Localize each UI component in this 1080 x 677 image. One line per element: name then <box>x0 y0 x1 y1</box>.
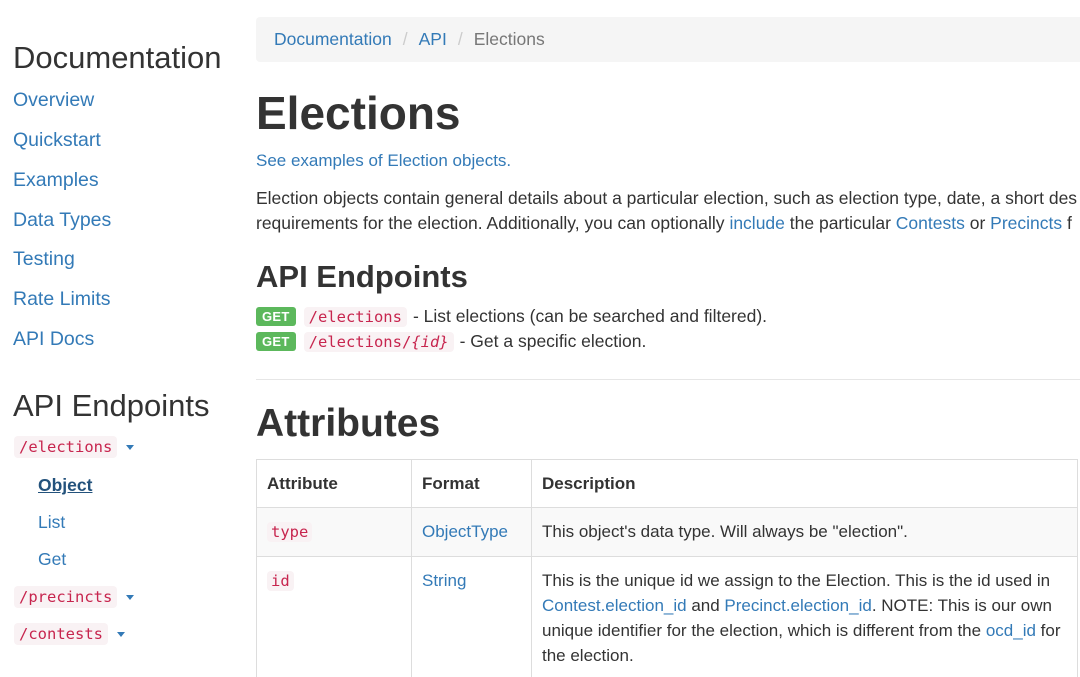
attributes-table: Attribute Format Description type Object… <box>256 459 1078 677</box>
section-divider <box>256 379 1080 380</box>
description-text: f <box>1062 213 1072 233</box>
endpoint-row: GET /elections - List elections (can be … <box>256 306 767 327</box>
table-row: id String This is the unique id we assig… <box>256 556 1078 677</box>
include-link[interactable]: include <box>729 213 784 233</box>
format-link[interactable]: ObjectType <box>422 522 508 541</box>
endpoint-description: - Get a specific election. <box>459 331 647 351</box>
sidebar-sub-get[interactable]: Get <box>38 549 66 570</box>
column-header-format: Format <box>411 459 532 508</box>
column-header-description: Description <box>531 459 1078 508</box>
breadcrumb-api[interactable]: API <box>419 29 447 50</box>
description-text: or <box>964 213 991 233</box>
breadcrumb-separator: / <box>457 29 463 49</box>
column-header-attribute: Attribute <box>256 459 412 508</box>
description-text: requirements for the election. Additiona… <box>256 213 730 233</box>
api-endpoints-heading: API Endpoints <box>256 259 468 294</box>
description-line: requirements for the election. Additiona… <box>256 211 1080 236</box>
breadcrumb-separator: / <box>402 29 408 49</box>
page-description: Election objects contain general details… <box>256 186 1080 236</box>
sidebar-link-rate-limits[interactable]: Rate Limits <box>13 288 111 311</box>
caret-down-icon[interactable] <box>126 444 135 450</box>
caret-down-icon[interactable] <box>126 594 135 600</box>
precinct-election-id-link[interactable]: Precinct.election_id <box>724 596 871 615</box>
description-text: the particular <box>784 213 896 233</box>
sidebar-link-examples[interactable]: Examples <box>13 169 99 192</box>
sidebar-documentation-heading: Documentation <box>13 40 222 75</box>
precincts-link[interactable]: Precincts <box>990 213 1062 233</box>
sidebar-api-endpoints-heading: API Endpoints <box>13 388 210 423</box>
sidebar-endpoint-precincts[interactable]: /precincts <box>14 586 135 608</box>
attribute-cell: type <box>256 507 412 557</box>
sidebar-link-quickstart[interactable]: Quickstart <box>13 129 101 152</box>
table-header-row: Attribute Format Description <box>256 459 1078 508</box>
get-method-badge: GET <box>256 307 296 326</box>
description-text: This is the unique id we assign to the E… <box>542 571 1051 590</box>
main-content: Documentation / API / Elections Election… <box>256 0 1080 677</box>
sidebar-link-data-types[interactable]: Data Types <box>13 209 111 232</box>
endpoint-description: - List elections (can be searched and fi… <box>412 306 768 326</box>
caret-down-icon[interactable] <box>117 631 125 637</box>
sidebar-endpoint-elections[interactable]: /elections <box>14 436 135 458</box>
attributes-heading: Attributes <box>256 402 441 445</box>
sidebar-sub-list[interactable]: List <box>38 512 65 533</box>
endpoint-path: /elections <box>14 436 118 458</box>
contest-election-id-link[interactable]: Contest.election_id <box>542 596 687 615</box>
description-text: and <box>686 596 725 615</box>
format-link[interactable]: String <box>422 571 466 590</box>
breadcrumb-current: Elections <box>473 29 545 49</box>
sidebar-link-testing[interactable]: Testing <box>13 248 75 271</box>
endpoint-path: /contests <box>14 623 108 645</box>
description-cell: This is the unique id we assign to the E… <box>531 556 1078 677</box>
attribute-cell: id <box>256 556 412 677</box>
ocd-id-link[interactable]: ocd_id <box>986 621 1036 640</box>
format-cell: ObjectType <box>411 507 532 557</box>
sidebar-endpoint-contests[interactable]: /contests <box>14 623 125 645</box>
contests-link[interactable]: Contests <box>896 213 965 233</box>
endpoint-path[interactable]: /elections/{id} <box>303 331 454 352</box>
sidebar-sub-object[interactable]: Object <box>38 475 92 496</box>
sidebar: Documentation Overview Quickstart Exampl… <box>0 0 240 677</box>
page-title: Elections <box>256 87 461 139</box>
description-cell: This object's data type. Will always be … <box>531 507 1078 557</box>
attribute-name: type <box>267 522 313 542</box>
breadcrumb-documentation[interactable]: Documentation <box>274 29 392 50</box>
sidebar-link-api-docs[interactable]: API Docs <box>13 328 94 351</box>
description-line: Election objects contain general details… <box>256 188 1078 208</box>
format-cell: String <box>411 556 532 677</box>
endpoint-path[interactable]: /elections <box>303 306 407 327</box>
endpoint-row: GET /elections/{id} - Get a specific ele… <box>256 331 646 352</box>
sidebar-link-overview[interactable]: Overview <box>13 89 94 112</box>
examples-link[interactable]: See examples of Election objects. <box>256 151 511 171</box>
attribute-name: id <box>267 571 294 591</box>
endpoint-path: /precincts <box>14 586 118 608</box>
breadcrumb: Documentation / API / Elections <box>256 17 1080 62</box>
get-method-badge: GET <box>256 332 296 351</box>
table-row: type ObjectType This object's data type.… <box>256 507 1078 557</box>
